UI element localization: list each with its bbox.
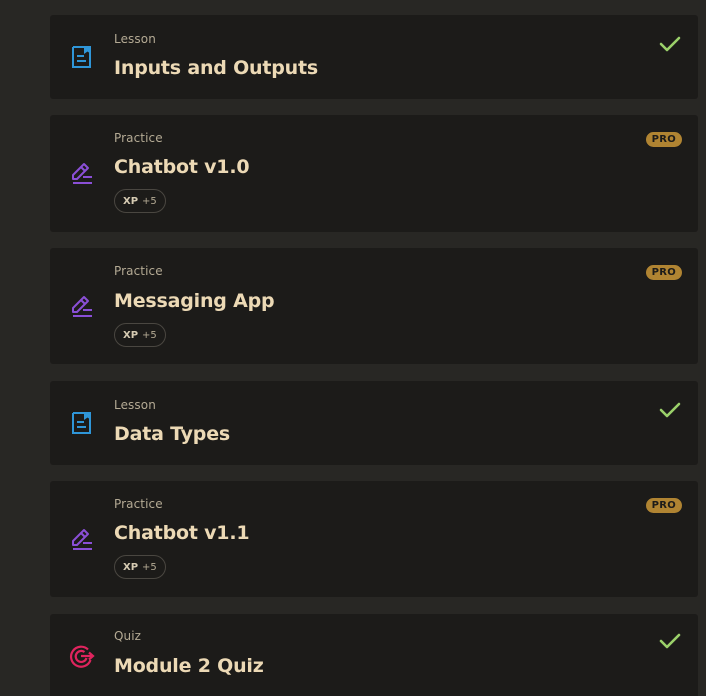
lesson-icon [69, 44, 95, 70]
list-item-practice[interactable]: Practice Messaging App PRO XP +5 [50, 248, 698, 364]
item-type-label: Quiz [114, 629, 142, 643]
pro-badge: PRO [645, 132, 682, 147]
checkmark-icon [658, 629, 682, 653]
pro-badge: PRO [645, 498, 682, 513]
xp-value: +5 [142, 195, 157, 207]
practice-icon [69, 160, 95, 186]
item-type-label: Lesson [114, 398, 156, 412]
item-title: Chatbot v1.1 [114, 522, 250, 544]
item-type-label: Practice [114, 264, 163, 278]
item-title: Chatbot v1.0 [114, 156, 250, 178]
list-item-lesson[interactable]: Lesson Data Types [50, 381, 698, 465]
xp-badge: XP +5 [114, 555, 166, 579]
xp-value: +5 [142, 561, 157, 573]
list-item-practice[interactable]: Practice Chatbot v1.1 PRO XP +5 [50, 481, 698, 597]
item-type-label: Lesson [114, 32, 156, 46]
lesson-icon [69, 410, 95, 436]
practice-icon [69, 526, 95, 552]
xp-label: XP [123, 561, 139, 573]
list-item-practice[interactable]: Practice Chatbot v1.0 PRO XP +5 [50, 115, 698, 232]
xp-label: XP [123, 329, 139, 341]
xp-badge: XP +5 [114, 323, 166, 347]
xp-badge: XP +5 [114, 189, 166, 213]
practice-icon [69, 293, 95, 319]
pro-badge: PRO [645, 265, 682, 280]
xp-value: +5 [142, 329, 157, 341]
item-type-label: Practice [114, 131, 163, 145]
item-title: Inputs and Outputs [114, 57, 318, 79]
list-item-quiz[interactable]: Quiz Module 2 Quiz [50, 614, 698, 696]
item-type-label: Practice [114, 497, 163, 511]
list-item-lesson[interactable]: Lesson Inputs and Outputs [50, 15, 698, 99]
xp-label: XP [123, 195, 139, 207]
checkmark-icon [658, 32, 682, 56]
item-title: Data Types [114, 423, 230, 445]
quiz-target-icon [69, 643, 95, 669]
item-title: Messaging App [114, 290, 275, 312]
item-title: Module 2 Quiz [114, 655, 264, 677]
checkmark-icon [658, 398, 682, 422]
